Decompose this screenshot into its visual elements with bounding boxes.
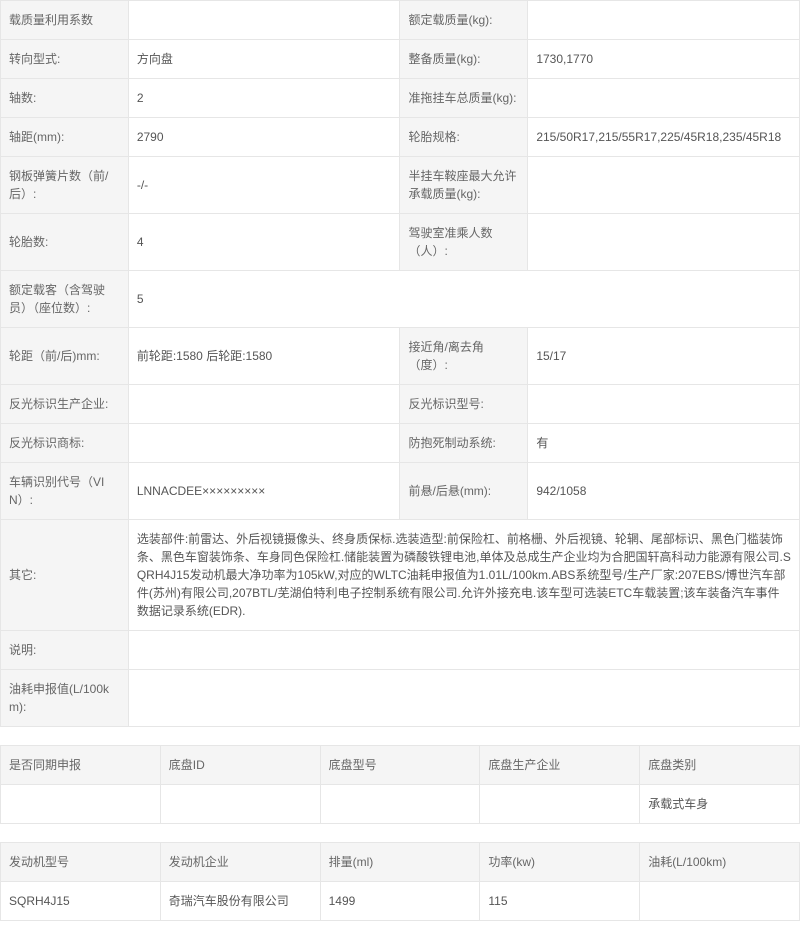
engine-header: 排量(ml)	[320, 843, 480, 882]
spec-value	[128, 670, 799, 727]
spec-label: 轮距（前/后)mm:	[1, 328, 129, 385]
engine-cell: 1499	[320, 882, 480, 921]
spec-value: 15/17	[528, 328, 800, 385]
spec-label: 说明:	[1, 631, 129, 670]
chassis-header: 底盘生产企业	[480, 746, 640, 785]
spec-label: 载质量利用系数	[1, 1, 129, 40]
spec-label: 油耗申报值(L/100km):	[1, 670, 129, 727]
spec-label: 额定载质量(kg):	[400, 1, 528, 40]
spec-label: 准拖挂车总质量(kg):	[400, 79, 528, 118]
engine-cell: SQRH4J15	[1, 882, 161, 921]
chassis-table: 是否同期申报底盘ID底盘型号底盘生产企业底盘类别承载式车身	[0, 745, 800, 824]
spec-value: 5	[128, 271, 799, 328]
spec-value: 215/50R17,215/55R17,225/45R18,235/45R18	[528, 118, 800, 157]
spec-value	[528, 79, 800, 118]
engine-header: 油耗(L/100km)	[640, 843, 800, 882]
spec-label: 轮胎规格:	[400, 118, 528, 157]
spec-label: 半挂车鞍座最大允许承载质量(kg):	[400, 157, 528, 214]
chassis-cell	[160, 785, 320, 824]
spec-value	[528, 214, 800, 271]
chassis-cell	[480, 785, 640, 824]
chassis-header: 底盘类别	[640, 746, 800, 785]
chassis-header: 是否同期申报	[1, 746, 161, 785]
spec-value: 1730,1770	[528, 40, 800, 79]
engine-header: 功率(kw)	[480, 843, 640, 882]
spec-table: 载质量利用系数 额定载质量(kg): 转向型式:方向盘整备质量(kg):1730,1…	[0, 0, 800, 727]
spec-value: 前轮距:1580 后轮距:1580	[128, 328, 400, 385]
spec-label: 额定载客（含驾驶员）（座位数）:	[1, 271, 129, 328]
spec-label: 反光标识型号:	[400, 385, 528, 424]
spec-value	[128, 1, 400, 40]
spec-label: 防抱死制动系统:	[400, 424, 528, 463]
spec-value	[128, 631, 799, 670]
spec-label: 轴数:	[1, 79, 129, 118]
spec-label: 轮胎数:	[1, 214, 129, 271]
spec-label: 其它:	[1, 520, 129, 631]
spec-value: 942/1058	[528, 463, 800, 520]
spec-label: 反光标识商标:	[1, 424, 129, 463]
spec-value: 2	[128, 79, 400, 118]
spec-value: 有	[528, 424, 800, 463]
spec-label: 转向型式:	[1, 40, 129, 79]
spec-value: 选装部件:前雷达、外后视镜摄像头、终身质保标.选装造型:前保险杠、前格栅、外后视…	[128, 520, 799, 631]
spec-value: 4	[128, 214, 400, 271]
spec-value	[528, 385, 800, 424]
engine-table: 发动机型号发动机企业排量(ml)功率(kw)油耗(L/100km) SQRH4J1…	[0, 842, 800, 921]
spec-label: 车辆识别代号（VIN）:	[1, 463, 129, 520]
engine-cell: 115	[480, 882, 640, 921]
engine-cell: 奇瑞汽车股份有限公司	[160, 882, 320, 921]
spec-value	[128, 385, 400, 424]
engine-header: 发动机型号	[1, 843, 161, 882]
chassis-cell	[320, 785, 480, 824]
spec-label: 前悬/后悬(mm):	[400, 463, 528, 520]
chassis-cell	[1, 785, 161, 824]
spec-value: LNNACDEE×××××××××	[128, 463, 400, 520]
engine-header: 发动机企业	[160, 843, 320, 882]
chassis-cell: 承载式车身	[640, 785, 800, 824]
spec-label: 驾驶室准乘人数（人）:	[400, 214, 528, 271]
spec-label: 反光标识生产企业:	[1, 385, 129, 424]
chassis-header: 底盘型号	[320, 746, 480, 785]
spec-label: 接近角/离去角（度）:	[400, 328, 528, 385]
spec-value: -/-	[128, 157, 400, 214]
spec-value	[128, 424, 400, 463]
spec-value: 2790	[128, 118, 400, 157]
spec-label: 轴距(mm):	[1, 118, 129, 157]
chassis-header: 底盘ID	[160, 746, 320, 785]
spec-value: 方向盘	[128, 40, 400, 79]
spec-label: 整备质量(kg):	[400, 40, 528, 79]
engine-cell	[640, 882, 800, 921]
spec-label: 钢板弹簧片数（前/后）:	[1, 157, 129, 214]
spec-value	[528, 1, 800, 40]
spec-value	[528, 157, 800, 214]
